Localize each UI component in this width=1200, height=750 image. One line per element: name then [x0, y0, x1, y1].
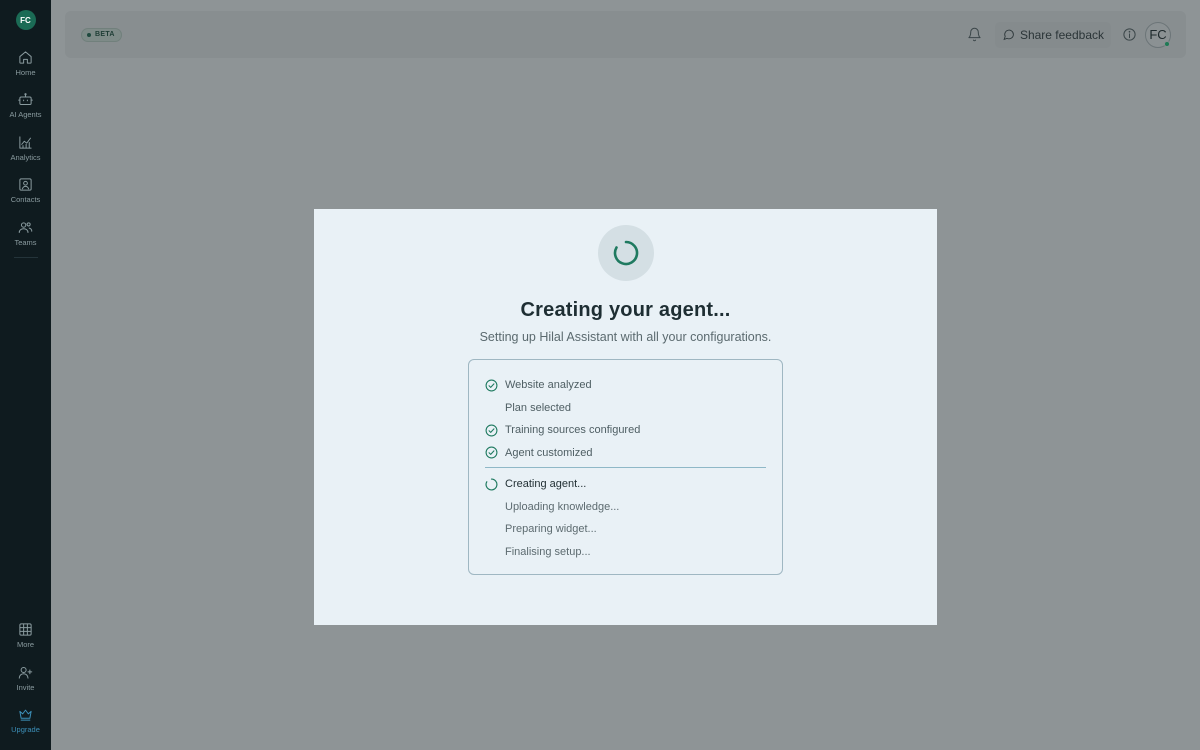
creating-agent-modal: Creating your agent... Setting up Hilal … — [314, 209, 937, 625]
sidebar-item-label: Home — [15, 67, 36, 77]
step-uploading-knowledge: Uploading knowledge... — [485, 496, 766, 519]
online-status-dot — [1164, 40, 1170, 47]
step-creating-agent: Creating agent... — [485, 473, 766, 496]
crown-icon — [19, 709, 32, 721]
sidebar-item-label: AI Agents — [9, 110, 42, 120]
step-label: Website analyzed — [505, 379, 592, 392]
loading-spinner — [597, 225, 654, 281]
contact-icon — [19, 178, 32, 191]
notifications-button[interactable] — [963, 23, 987, 47]
bell-icon — [968, 27, 982, 42]
chart-line-icon — [19, 136, 32, 149]
step-label: Finalising setup... — [505, 545, 591, 558]
sidebar-item-label: Upgrade — [11, 725, 40, 735]
check-circle-icon — [485, 424, 498, 437]
sidebar-item-more[interactable]: More — [0, 615, 51, 658]
modal-title: Creating your agent... — [520, 299, 731, 321]
progress-steps-card: Website analyzed Plan selected Training … — [468, 359, 783, 575]
share-feedback-label: Share feedback — [1019, 27, 1104, 42]
sidebar-item-label: More — [16, 640, 35, 650]
check-circle-icon — [485, 379, 498, 392]
sidebar-bottom-nav: More Invite Upgrade — [0, 615, 51, 743]
sidebar-divider — [13, 256, 38, 258]
sidebar-item-label: Analytics — [10, 152, 41, 162]
share-feedback-button[interactable]: Share feedback — [994, 21, 1111, 48]
step-label: Uploading knowledge... — [505, 500, 620, 513]
sidebar-item-invite[interactable]: Invite — [0, 657, 51, 700]
modal-subtitle: Setting up Hilal Assistant with all your… — [479, 330, 772, 344]
step-plan-selected: Plan selected — [485, 397, 766, 420]
chat-bubble-icon — [1003, 29, 1014, 41]
info-button[interactable] — [1117, 23, 1141, 47]
user-avatar[interactable]: FC — [1145, 21, 1171, 48]
grid-icon — [19, 623, 32, 636]
step-label: Preparing widget... — [505, 523, 597, 536]
org-avatar[interactable]: FC — [15, 10, 36, 30]
loading-icon — [485, 478, 498, 491]
sidebar-nav: Home AI Agents Analytics Contacts Teams — [0, 42, 51, 258]
info-icon — [1122, 28, 1136, 41]
sidebar-item-ai-agents[interactable]: AI Agents — [0, 85, 51, 128]
sidebar-item-label: Invite — [16, 682, 35, 692]
step-training-sources: Training sources configured — [485, 419, 766, 442]
home-icon — [19, 51, 32, 64]
check-circle-icon — [485, 446, 498, 459]
users-icon — [18, 222, 33, 233]
sidebar: FC Home AI Agents Analytics Contacts Tea… — [0, 0, 51, 750]
step-label: Agent customized — [505, 446, 593, 459]
step-website-analyzed: Website analyzed — [485, 374, 766, 397]
topbar-actions: Share feedback FC — [963, 21, 1171, 48]
sidebar-item-contacts[interactable]: Contacts — [0, 170, 51, 213]
topbar: BETA Share feedback FC — [65, 11, 1186, 58]
beta-label: BETA — [95, 31, 115, 38]
sidebar-item-home[interactable]: Home — [0, 42, 51, 85]
avatar-initials: FC — [1149, 27, 1167, 42]
step-label: Training sources configured — [505, 424, 641, 437]
step-finalising-setup: Finalising setup... — [485, 541, 766, 564]
sidebar-item-teams[interactable]: Teams — [0, 212, 51, 255]
user-plus-icon — [18, 666, 33, 679]
sidebar-item-label: Contacts — [10, 195, 41, 205]
step-label: Plan selected — [505, 401, 572, 414]
step-agent-customized: Agent customized — [485, 442, 766, 465]
step-label: Creating agent... — [505, 478, 587, 491]
sidebar-item-analytics[interactable]: Analytics — [0, 127, 51, 170]
steps-divider — [485, 467, 766, 468]
spinner-icon — [613, 240, 638, 266]
beta-dot-icon — [87, 32, 91, 37]
robot-icon — [18, 93, 33, 106]
sidebar-item-upgrade[interactable]: Upgrade — [0, 700, 51, 743]
sidebar-item-label: Teams — [14, 237, 37, 247]
beta-badge: BETA — [81, 27, 122, 42]
step-preparing-widget: Preparing widget... — [485, 518, 766, 541]
